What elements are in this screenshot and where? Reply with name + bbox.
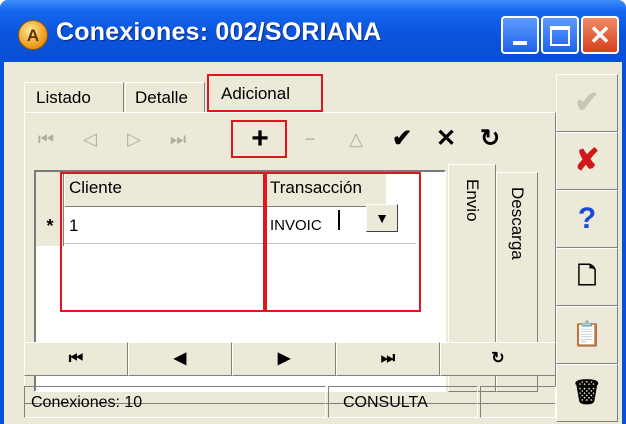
minimize-button[interactable]	[501, 16, 539, 54]
transaccion-highlight	[265, 172, 421, 312]
cancel-button[interactable]: ✘	[556, 132, 618, 190]
nav-last-button[interactable]: ⏭	[336, 342, 440, 376]
status-record-count: Conexiones: 10	[24, 386, 326, 418]
first-record-icon[interactable]: ⏮	[30, 122, 62, 156]
prior-record-icon[interactable]: ◁	[74, 122, 106, 156]
delete-record-icon[interactable]: −	[294, 122, 326, 156]
close-icon: ✕	[589, 20, 611, 50]
tab-listado[interactable]: Listado	[24, 82, 124, 112]
tab-envio-label: Envio	[463, 179, 482, 222]
minimize-icon	[513, 41, 527, 45]
status-mode: CONSULTA	[328, 386, 478, 418]
next-record-icon[interactable]: ▷	[118, 122, 150, 156]
window-client-area: Listado Detalle Adicional ⏮ ◁ ▷ ⏭ + − △ …	[4, 62, 622, 424]
help-button[interactable]: ?	[556, 190, 618, 248]
app-icon: A	[18, 20, 48, 50]
cliente-highlight	[60, 172, 265, 312]
app-window: A Conexiones: 002/SORIANA ✕ Listado Deta…	[0, 0, 626, 424]
tab-descarga-label: Descarga	[508, 187, 527, 260]
tab-adicional[interactable]: Adicional	[207, 74, 323, 112]
new-document-button[interactable]: 🗋	[556, 248, 618, 306]
maximize-icon	[550, 26, 570, 46]
close-button[interactable]: ✕	[581, 16, 619, 54]
accept-button[interactable]: ✔	[556, 74, 618, 132]
copy-document-button[interactable]: 📋	[556, 306, 618, 364]
maximize-button[interactable]	[541, 16, 579, 54]
nav-first-button[interactable]: ⏮	[24, 342, 128, 376]
refresh-button[interactable]: ↻	[474, 122, 506, 156]
title-bar[interactable]: A Conexiones: 002/SORIANA ✕	[0, 0, 626, 62]
nav-prior-button[interactable]: ◀	[128, 342, 232, 376]
edit-record-icon[interactable]: △	[340, 122, 372, 156]
nav-refresh-button[interactable]: ↻	[440, 342, 556, 376]
insert-record-button[interactable]: +	[247, 120, 273, 158]
post-record-button[interactable]: ✔	[386, 122, 418, 156]
nav-next-button[interactable]: ▶	[232, 342, 336, 376]
cancel-edit-button[interactable]: ✕	[430, 122, 462, 156]
status-extra	[480, 386, 556, 418]
tab-detalle[interactable]: Detalle	[125, 82, 205, 112]
window-title: Conexiones: 002/SORIANA	[56, 18, 382, 46]
last-record-icon[interactable]: ⏭	[162, 122, 194, 156]
trash-button[interactable]: 🗑	[556, 364, 618, 422]
